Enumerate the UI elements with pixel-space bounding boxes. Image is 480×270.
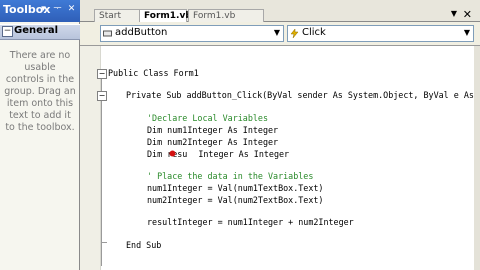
pin-icon[interactable]: ᅮ <box>52 4 63 15</box>
outline-end-tick <box>101 242 107 243</box>
code-line: num1Integer = Val(num1TextBox.Text) <box>147 183 324 193</box>
button-icon <box>103 30 112 37</box>
code-editor[interactable]: − − Public Class Form1 Private Sub addBu… <box>80 46 480 270</box>
code-fragment: Integer As Integer <box>198 149 290 159</box>
close-document-icon[interactable]: ✕ <box>463 8 472 21</box>
tab-form1-vb[interactable]: Form1.vb* <box>139 9 196 22</box>
document-tabbar: Start Page Form1.vb* Form1.vb [Design]* … <box>80 0 480 34</box>
mouse-cursor-highlight-icon <box>169 150 176 157</box>
code-line: Public Class Form1 <box>108 68 199 78</box>
code-line: End Sub <box>126 240 162 250</box>
chevron-down-icon[interactable]: ▼ <box>464 28 470 37</box>
event-dropdown[interactable]: Click ▼ <box>287 25 474 42</box>
code-comment: 'Declare Local Variables <box>147 113 269 123</box>
code-comment: ' Place the data in the Variables <box>147 171 314 181</box>
object-dropdown-value: addButton <box>115 27 168 38</box>
object-dropdown[interactable]: addButton ▼ <box>100 25 284 42</box>
code-line: num2Integer = Val(num2TextBox.Text) <box>147 195 324 205</box>
event-dropdown-value: Click <box>302 27 326 38</box>
code-fragment: Dim resu <box>147 149 188 159</box>
collapse-sub-icon[interactable]: − <box>97 91 107 101</box>
vertical-scrollbar[interactable] <box>474 46 480 270</box>
editor-margin <box>80 46 101 270</box>
tab-list-dropdown-icon[interactable]: ▼ <box>451 9 457 18</box>
close-icon[interactable]: ✕ <box>66 4 77 15</box>
toolbox-panel: Toolbox ▾ ᅮ ✕ − General There are no usa… <box>0 0 80 270</box>
toolbox-group-label: General <box>14 25 58 36</box>
chevron-down-icon[interactable]: ▼ <box>274 28 280 37</box>
code-line: Dim num1Integer As Integer <box>147 125 279 135</box>
collapse-class-icon[interactable]: − <box>97 69 107 79</box>
tab-form1-design[interactable]: Form1.vb [Design]* <box>188 9 264 34</box>
lightning-icon <box>290 29 299 38</box>
code-line: resultInteger = num1Integer + num2Intege… <box>147 217 354 227</box>
tab-start-page[interactable]: Start Page <box>94 9 141 34</box>
toolbox-titlebar[interactable]: Toolbox ▾ ᅮ ✕ <box>0 0 80 22</box>
collapse-icon[interactable]: − <box>2 26 13 37</box>
code-navigation-bar: addButton ▼ Click ▼ <box>80 22 480 46</box>
code-line: Dim num2Integer As Integer <box>147 137 279 147</box>
code-line: Private Sub addButton_Click(ByVal sender… <box>126 90 480 100</box>
toolbox-group-general[interactable]: − General <box>0 24 80 40</box>
toolbox-empty-message: There are no usable controls in the grou… <box>4 50 76 133</box>
dropdown-icon[interactable]: ▾ <box>38 4 49 15</box>
